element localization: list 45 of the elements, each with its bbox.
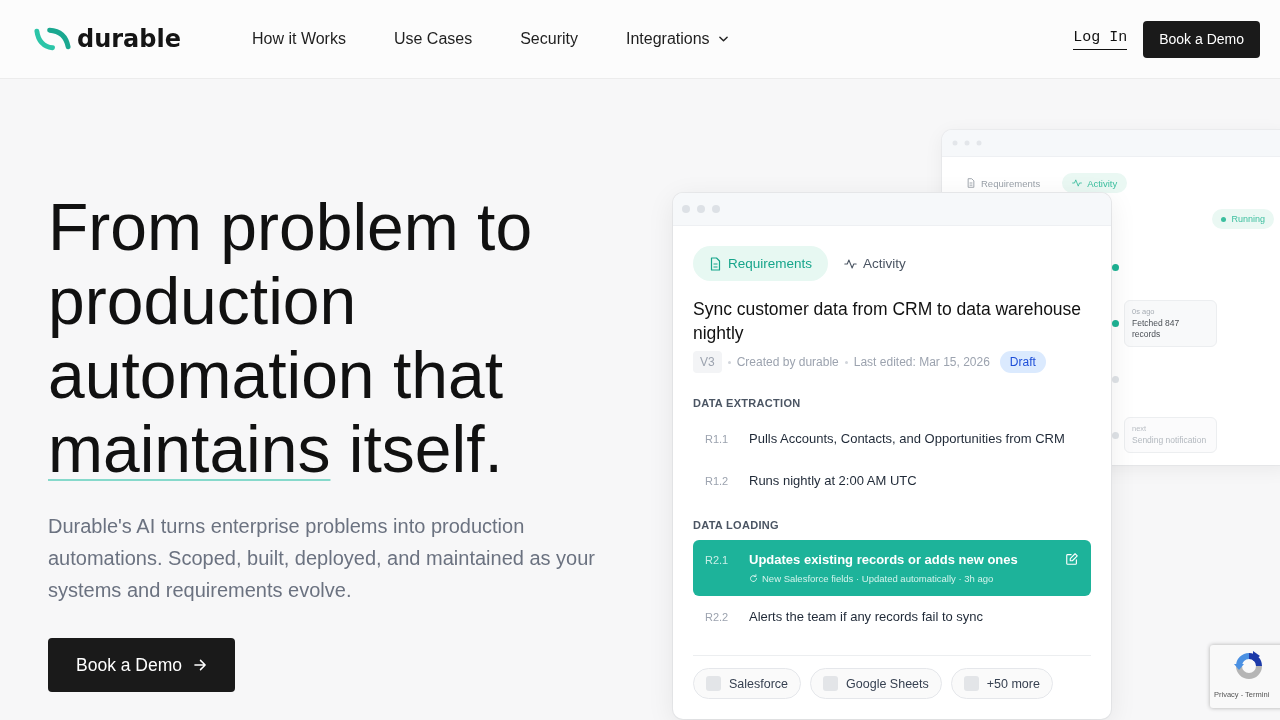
book-demo-button[interactable]: Book a Demo (48, 638, 236, 692)
chevron-down-icon (718, 36, 728, 42)
requirement-title: Sync customer data from CRM to data warehouse nightly (693, 298, 1083, 345)
requirement-id: R2.2 (705, 610, 730, 625)
book-demo-button[interactable]: Book a Demo (1143, 20, 1260, 58)
hero-heading: From problem to production automation that maintains itself. (48, 190, 534, 486)
document-icon (966, 178, 976, 188)
circular-arrows-icon (1233, 650, 1265, 682)
tab[interactable]: Activity (828, 246, 922, 281)
arrow-right-icon (194, 659, 208, 671)
nav-link[interactable]: Integrations (626, 29, 728, 49)
pulse-icon (1072, 178, 1083, 188)
section-heading: DATA LOADING (693, 518, 780, 532)
entry-text: Sending notification (1132, 435, 1208, 446)
nav-link[interactable]: Security (520, 29, 578, 49)
refresh-icon (749, 574, 758, 583)
requirement-id: R2.1 (705, 553, 730, 568)
status-label: Running (1231, 214, 1265, 224)
requirement-text: Alerts the team if any records fail to sync (749, 609, 985, 625)
integration-label: +50 more (986, 676, 1040, 691)
requirement-id: R1.1 (705, 432, 730, 447)
requirement-text: Pulls Accounts, Contacts, and Opportunities from CRM (749, 431, 1066, 447)
log-in-link[interactable]: Log In (1073, 28, 1128, 50)
brand-name[interactable]: durable (77, 25, 181, 53)
status-tag: Draft (999, 351, 1046, 373)
status-dot-icon (1221, 216, 1227, 222)
version-tag: V3 (693, 351, 722, 373)
document-icon (709, 256, 722, 271)
hero-description: Durable's AI turns enterprise problems into production automations. Scoped, built, deployed, and maintained as your systems and requirements evolve. (48, 514, 597, 603)
nav-link[interactable]: Use Cases (393, 29, 473, 49)
nav-link[interactable]: How it Works (252, 29, 346, 49)
edit-icon[interactable] (1065, 552, 1079, 566)
requirement-id: R1.2 (705, 474, 730, 489)
window-dots-icon (682, 205, 720, 213)
integration-label: Google Sheets (846, 676, 929, 691)
requirement-text: Updates existing records or adds new ones (749, 552, 1019, 568)
requirement-text: Runs nightly at 2:00 AM UTC (749, 473, 918, 489)
edited-date-text: Last edited: Mar 15, 2026 (853, 354, 990, 370)
logo-icon[interactable] (33, 27, 72, 51)
integration-label: Salesforce (729, 676, 789, 691)
pulse-icon (844, 256, 858, 271)
update-note: New Salesforce fields · Updated automatically · 3h ago (762, 572, 994, 585)
entry-text: Fetched 847 records (1132, 317, 1181, 340)
author-text: Created by durable (736, 354, 839, 370)
section-heading: DATA EXTRACTION (693, 396, 802, 410)
